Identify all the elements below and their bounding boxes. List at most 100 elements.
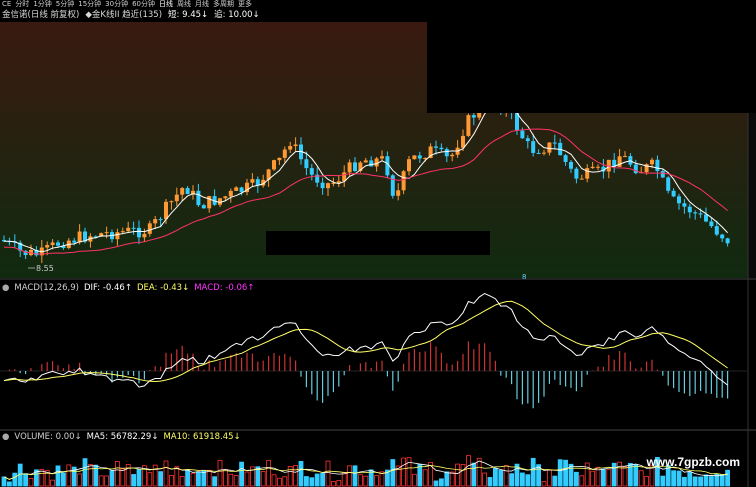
- volume-bar: [190, 472, 196, 487]
- volume-bar: [703, 474, 709, 487]
- volume-bar: [601, 468, 606, 487]
- candle-body: [633, 164, 638, 174]
- candle-body: [234, 187, 239, 191]
- volume-bar: [347, 465, 353, 487]
- candle-body: [709, 221, 714, 227]
- volume-bar: [676, 470, 682, 487]
- volume-bar: [725, 469, 730, 487]
- volume-bar: [460, 464, 466, 487]
- redaction-block-middle: [266, 231, 490, 255]
- candle-body: [698, 213, 703, 215]
- volume-bar: [195, 471, 201, 487]
- volume-bar: [438, 478, 444, 487]
- volume-bar: [525, 474, 531, 487]
- candle-body: [396, 190, 401, 196]
- macd-icon[interactable]: ●: [2, 283, 9, 293]
- volume-bar: [233, 475, 239, 487]
- volume-bar: [88, 464, 93, 487]
- volume-bar: [7, 481, 12, 487]
- volume-bar: [503, 465, 509, 487]
- volume-bar: [374, 475, 380, 487]
- volume-bar: [520, 472, 525, 487]
- candle-body: [720, 234, 725, 239]
- volume-bar: [120, 468, 126, 487]
- volume-bar: [168, 474, 174, 487]
- volume-bar: [309, 477, 315, 487]
- volume-bar: [709, 476, 714, 487]
- volume-bar: [352, 465, 358, 487]
- volume-bar: [622, 466, 628, 487]
- candle-body: [293, 144, 298, 147]
- candle-body: [272, 160, 276, 170]
- candle-body: [650, 159, 654, 165]
- candle-body: [590, 166, 595, 169]
- candle-body: [363, 160, 368, 163]
- volume-bar: [276, 477, 282, 487]
- candle-body: [320, 182, 325, 189]
- candle-body: [207, 196, 212, 209]
- volume-bar: [611, 462, 617, 487]
- volume-bar: [568, 463, 574, 487]
- volume-bar: [115, 461, 120, 487]
- candle-body: [137, 227, 141, 238]
- candle-body: [50, 242, 55, 246]
- volume-bar: [692, 476, 698, 487]
- candle-body: [547, 142, 552, 153]
- volume-bar: [12, 472, 18, 487]
- candle-body: [671, 190, 676, 197]
- candle-body: [223, 196, 228, 199]
- candle-body: [288, 146, 293, 150]
- volume-bar: [293, 465, 299, 487]
- candle-body: [520, 130, 525, 139]
- volume-bar: [136, 469, 142, 487]
- volume-bar: [471, 462, 477, 487]
- volume-icon[interactable]: ●: [2, 432, 9, 442]
- volume-bar: [158, 471, 164, 487]
- candle-body: [142, 233, 147, 238]
- candle-body: [250, 179, 255, 183]
- candle-body: [77, 231, 82, 243]
- volume-bar: [239, 461, 245, 487]
- volume-bar: [330, 481, 336, 487]
- volume-bar: [660, 475, 666, 487]
- volume-bar: [492, 467, 498, 487]
- volume-bar: [547, 469, 552, 487]
- macd-dea-value: DEA: -0.43↓: [136, 283, 190, 293]
- volume-bar: [606, 469, 612, 487]
- candle-body: [704, 214, 708, 222]
- candle-body: [201, 205, 206, 209]
- volume-bar: [563, 459, 568, 487]
- candle-body: [218, 198, 222, 205]
- candle-body: [228, 190, 233, 197]
- volume-bar: [719, 474, 725, 487]
- volume-bar: [433, 480, 439, 487]
- volume-bar: [55, 465, 61, 487]
- volume-bar: [671, 470, 676, 487]
- volume-bar: [185, 469, 191, 487]
- candle-body: [72, 240, 77, 243]
- volume-bar: [638, 470, 644, 487]
- volume-bar: [363, 475, 369, 487]
- volume-bar: [152, 464, 158, 487]
- candle-body: [434, 146, 438, 148]
- candle-body: [282, 149, 287, 158]
- candle-body: [304, 159, 309, 169]
- candle-body: [407, 159, 411, 172]
- candle-body: [353, 162, 357, 172]
- candle-body: [147, 223, 152, 234]
- candle-body: [655, 159, 660, 172]
- volume-bar: [325, 460, 331, 487]
- candle-body: [725, 238, 730, 244]
- candle-body: [574, 168, 579, 179]
- volume-bar: [644, 476, 649, 487]
- candle-body: [623, 156, 627, 158]
- candle-body: [120, 231, 125, 233]
- volume-bar: [590, 470, 595, 487]
- volume-bar: [320, 472, 326, 487]
- volume-bar: [303, 476, 309, 487]
- chart-canvas[interactable]: 8.55 8: [0, 0, 756, 487]
- volume-bar: [617, 461, 622, 487]
- volume-bar: [698, 476, 703, 487]
- volume-bar: [682, 476, 687, 487]
- candle-body: [412, 155, 417, 160]
